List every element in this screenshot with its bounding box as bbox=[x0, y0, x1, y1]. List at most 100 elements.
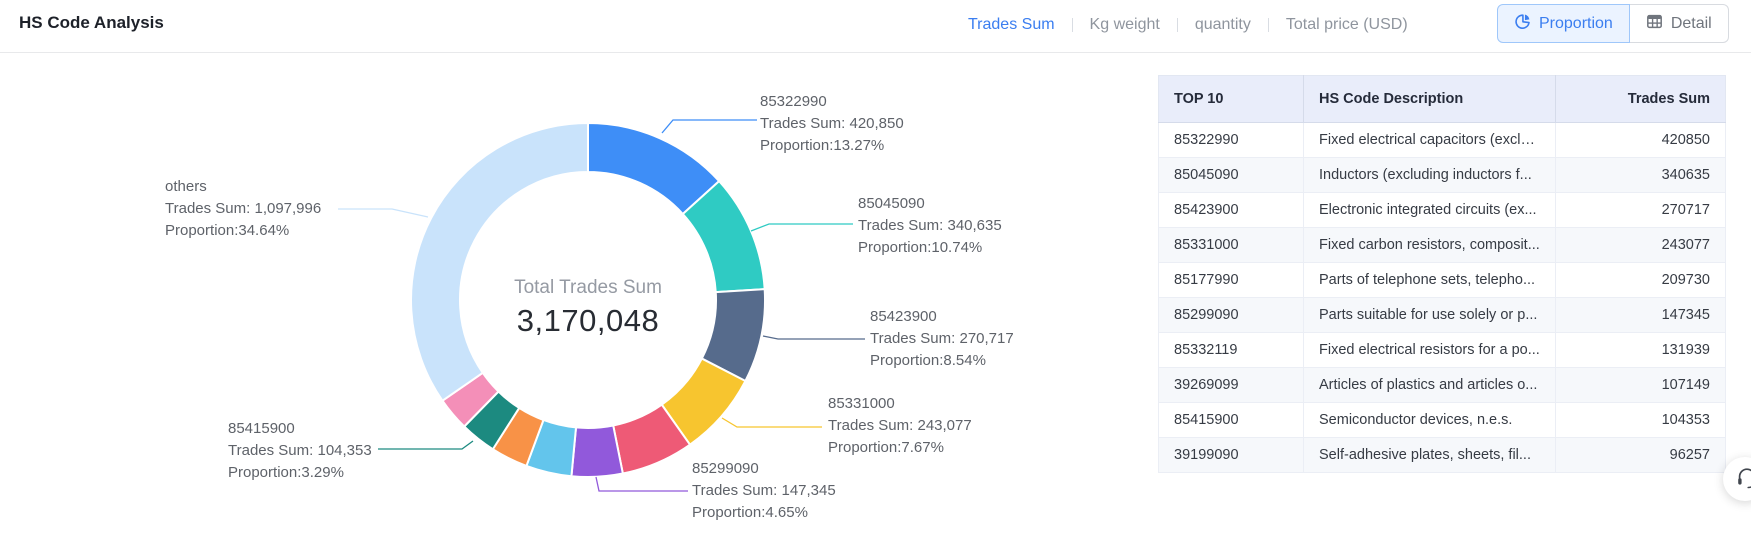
metric-tab-total-price-usd-[interactable]: Total price (USD) bbox=[1286, 16, 1408, 34]
hs-code-analysis-page: HS Code Analysis Trades Sum Kg weight quan… bbox=[0, 0, 1751, 537]
metric-tab-quantity[interactable]: quantity bbox=[1195, 16, 1251, 34]
cell-value: 270717 bbox=[1556, 193, 1726, 228]
cell-description: Articles of plastics and articles o... bbox=[1304, 368, 1556, 403]
table-row: 85415900Semiconductor devices, n.e.s.104… bbox=[1159, 403, 1726, 438]
cell-description: Semiconductor devices, n.e.s. bbox=[1304, 403, 1556, 438]
proportion-button-label: Proportion bbox=[1539, 15, 1613, 33]
detail-button[interactable]: Detail bbox=[1630, 4, 1729, 43]
table-row: 85045090Inductors (excluding inductors f… bbox=[1159, 158, 1726, 193]
cell-description: Electronic integrated circuits (ex... bbox=[1304, 193, 1556, 228]
cell-value: 131939 bbox=[1556, 333, 1726, 368]
chart-callout-85415900: 85415900Trades Sum: 104,353Proportion:3.… bbox=[228, 418, 372, 484]
nav-separator bbox=[1177, 18, 1178, 32]
cell-code: 85045090 bbox=[1159, 158, 1304, 193]
callout-leader-85331000 bbox=[722, 418, 822, 427]
detail-button-label: Detail bbox=[1671, 15, 1712, 33]
col-header-trades-sum: Trades Sum bbox=[1556, 76, 1726, 123]
cell-value: 147345 bbox=[1556, 298, 1726, 333]
callout-code: others bbox=[165, 176, 321, 198]
callout-proportion: Proportion:4.65% bbox=[692, 502, 836, 524]
table-icon bbox=[1646, 13, 1663, 35]
callout-leader-85299090 bbox=[596, 477, 688, 491]
cell-code: 85299090 bbox=[1159, 298, 1304, 333]
callout-code: 85423900 bbox=[870, 306, 1014, 328]
callout-trades-sum: Trades Sum: 243,077 bbox=[828, 415, 972, 437]
cell-code: 85423900 bbox=[1159, 193, 1304, 228]
callout-trades-sum: Trades Sum: 1,097,996 bbox=[165, 198, 321, 220]
nav-separator bbox=[1268, 18, 1269, 32]
callout-proportion: Proportion:10.74% bbox=[858, 237, 1002, 259]
cell-code: 39199090 bbox=[1159, 438, 1304, 473]
cell-value: 420850 bbox=[1556, 123, 1726, 158]
callout-leader-others bbox=[338, 209, 428, 217]
top10-table: TOP 10 HS Code Description Trades Sum 85… bbox=[1158, 75, 1726, 473]
chart-callout-others: othersTrades Sum: 1,097,996Proportion:34… bbox=[165, 176, 321, 242]
table-row: 85322990Fixed electrical capacitors (exc… bbox=[1159, 123, 1726, 158]
callout-leader-85423900 bbox=[763, 336, 865, 339]
cell-code: 85177990 bbox=[1159, 263, 1304, 298]
callout-proportion: Proportion:3.29% bbox=[228, 462, 372, 484]
nav-separator bbox=[1072, 18, 1073, 32]
metric-tab-kg-weight[interactable]: Kg weight bbox=[1090, 16, 1160, 34]
table-row: 39269099Articles of plastics and article… bbox=[1159, 368, 1726, 403]
page-title: HS Code Analysis bbox=[19, 13, 164, 33]
cell-code: 85415900 bbox=[1159, 403, 1304, 438]
callout-proportion: Proportion:7.67% bbox=[828, 437, 972, 459]
table-row: 85331000Fixed carbon resistors, composit… bbox=[1159, 228, 1726, 263]
cell-description: Fixed electrical resistors for a po... bbox=[1304, 333, 1556, 368]
callout-leader-85322990 bbox=[662, 120, 757, 133]
callout-proportion: Proportion:13.27% bbox=[760, 135, 904, 157]
callout-proportion: Proportion:8.54% bbox=[870, 350, 1014, 372]
headset-icon bbox=[1731, 465, 1751, 494]
cell-value: 243077 bbox=[1556, 228, 1726, 263]
callout-trades-sum: Trades Sum: 270,717 bbox=[870, 328, 1014, 350]
col-header-top10: TOP 10 bbox=[1159, 76, 1304, 123]
cell-description: Inductors (excluding inductors f... bbox=[1304, 158, 1556, 193]
cell-description: Fixed electrical capacitors (exclu... bbox=[1304, 123, 1556, 158]
callout-code: 85045090 bbox=[858, 193, 1002, 215]
proportion-button[interactable]: Proportion bbox=[1497, 4, 1630, 43]
metric-nav: Trades Sum Kg weight quantity Total price (… bbox=[968, 0, 1408, 50]
callout-code: 85331000 bbox=[828, 393, 972, 415]
callout-code: 85322990 bbox=[760, 91, 904, 113]
cell-code: 39269099 bbox=[1159, 368, 1304, 403]
callout-leader-85045090 bbox=[751, 224, 853, 231]
callout-code: 85415900 bbox=[228, 418, 372, 440]
callout-code: 85299090 bbox=[692, 458, 836, 480]
chart-callout-85423900: 85423900Trades Sum: 270,717Proportion:8.… bbox=[870, 306, 1014, 372]
chart-callout-85322990: 85322990Trades Sum: 420,850Proportion:13… bbox=[760, 91, 904, 157]
cell-code: 85322990 bbox=[1159, 123, 1304, 158]
cell-description: Parts of telephone sets, telepho... bbox=[1304, 263, 1556, 298]
chart-center-title: Total Trades Sum bbox=[514, 275, 662, 301]
donut-segment-others[interactable] bbox=[411, 123, 588, 401]
chart-callout-85299090: 85299090Trades Sum: 147,345Proportion:4.… bbox=[692, 458, 836, 524]
cell-value: 209730 bbox=[1556, 263, 1726, 298]
cell-code: 85331000 bbox=[1159, 228, 1304, 263]
chart-callout-85331000: 85331000Trades Sum: 243,077Proportion:7.… bbox=[828, 393, 972, 459]
cell-value: 340635 bbox=[1556, 158, 1726, 193]
cell-code: 85332119 bbox=[1159, 333, 1304, 368]
callout-trades-sum: Trades Sum: 340,635 bbox=[858, 215, 1002, 237]
callout-leader-85415900 bbox=[378, 441, 473, 449]
chart-callout-85045090: 85045090Trades Sum: 340,635Proportion:10… bbox=[858, 193, 1002, 259]
callout-trades-sum: Trades Sum: 104,353 bbox=[228, 440, 372, 462]
chart-center-value: 3,170,048 bbox=[514, 303, 662, 339]
table-row: 85299090Parts suitable for use solely or… bbox=[1159, 298, 1726, 333]
cell-description: Self-adhesive plates, sheets, fil... bbox=[1304, 438, 1556, 473]
donut-segment-85299090[interactable] bbox=[571, 425, 622, 477]
table-row: 85177990Parts of telephone sets, telepho… bbox=[1159, 263, 1726, 298]
callout-proportion: Proportion:34.64% bbox=[165, 220, 321, 242]
cell-value: 96257 bbox=[1556, 438, 1726, 473]
table-row: 85332119Fixed electrical resistors for a… bbox=[1159, 333, 1726, 368]
callout-trades-sum: Trades Sum: 147,345 bbox=[692, 480, 836, 502]
cell-description: Fixed carbon resistors, composit... bbox=[1304, 228, 1556, 263]
metric-tab-trades-sum[interactable]: Trades Sum bbox=[968, 16, 1055, 34]
cell-value: 107149 bbox=[1556, 368, 1726, 403]
cell-value: 104353 bbox=[1556, 403, 1726, 438]
table-row: 85423900Electronic integrated circuits (… bbox=[1159, 193, 1726, 228]
cell-description: Parts suitable for use solely or p... bbox=[1304, 298, 1556, 333]
chart-center-label: Total Trades Sum 3,170,048 bbox=[514, 275, 662, 339]
header-divider bbox=[0, 52, 1751, 53]
support-fab-button[interactable] bbox=[1723, 457, 1751, 501]
callout-trades-sum: Trades Sum: 420,850 bbox=[760, 113, 904, 135]
